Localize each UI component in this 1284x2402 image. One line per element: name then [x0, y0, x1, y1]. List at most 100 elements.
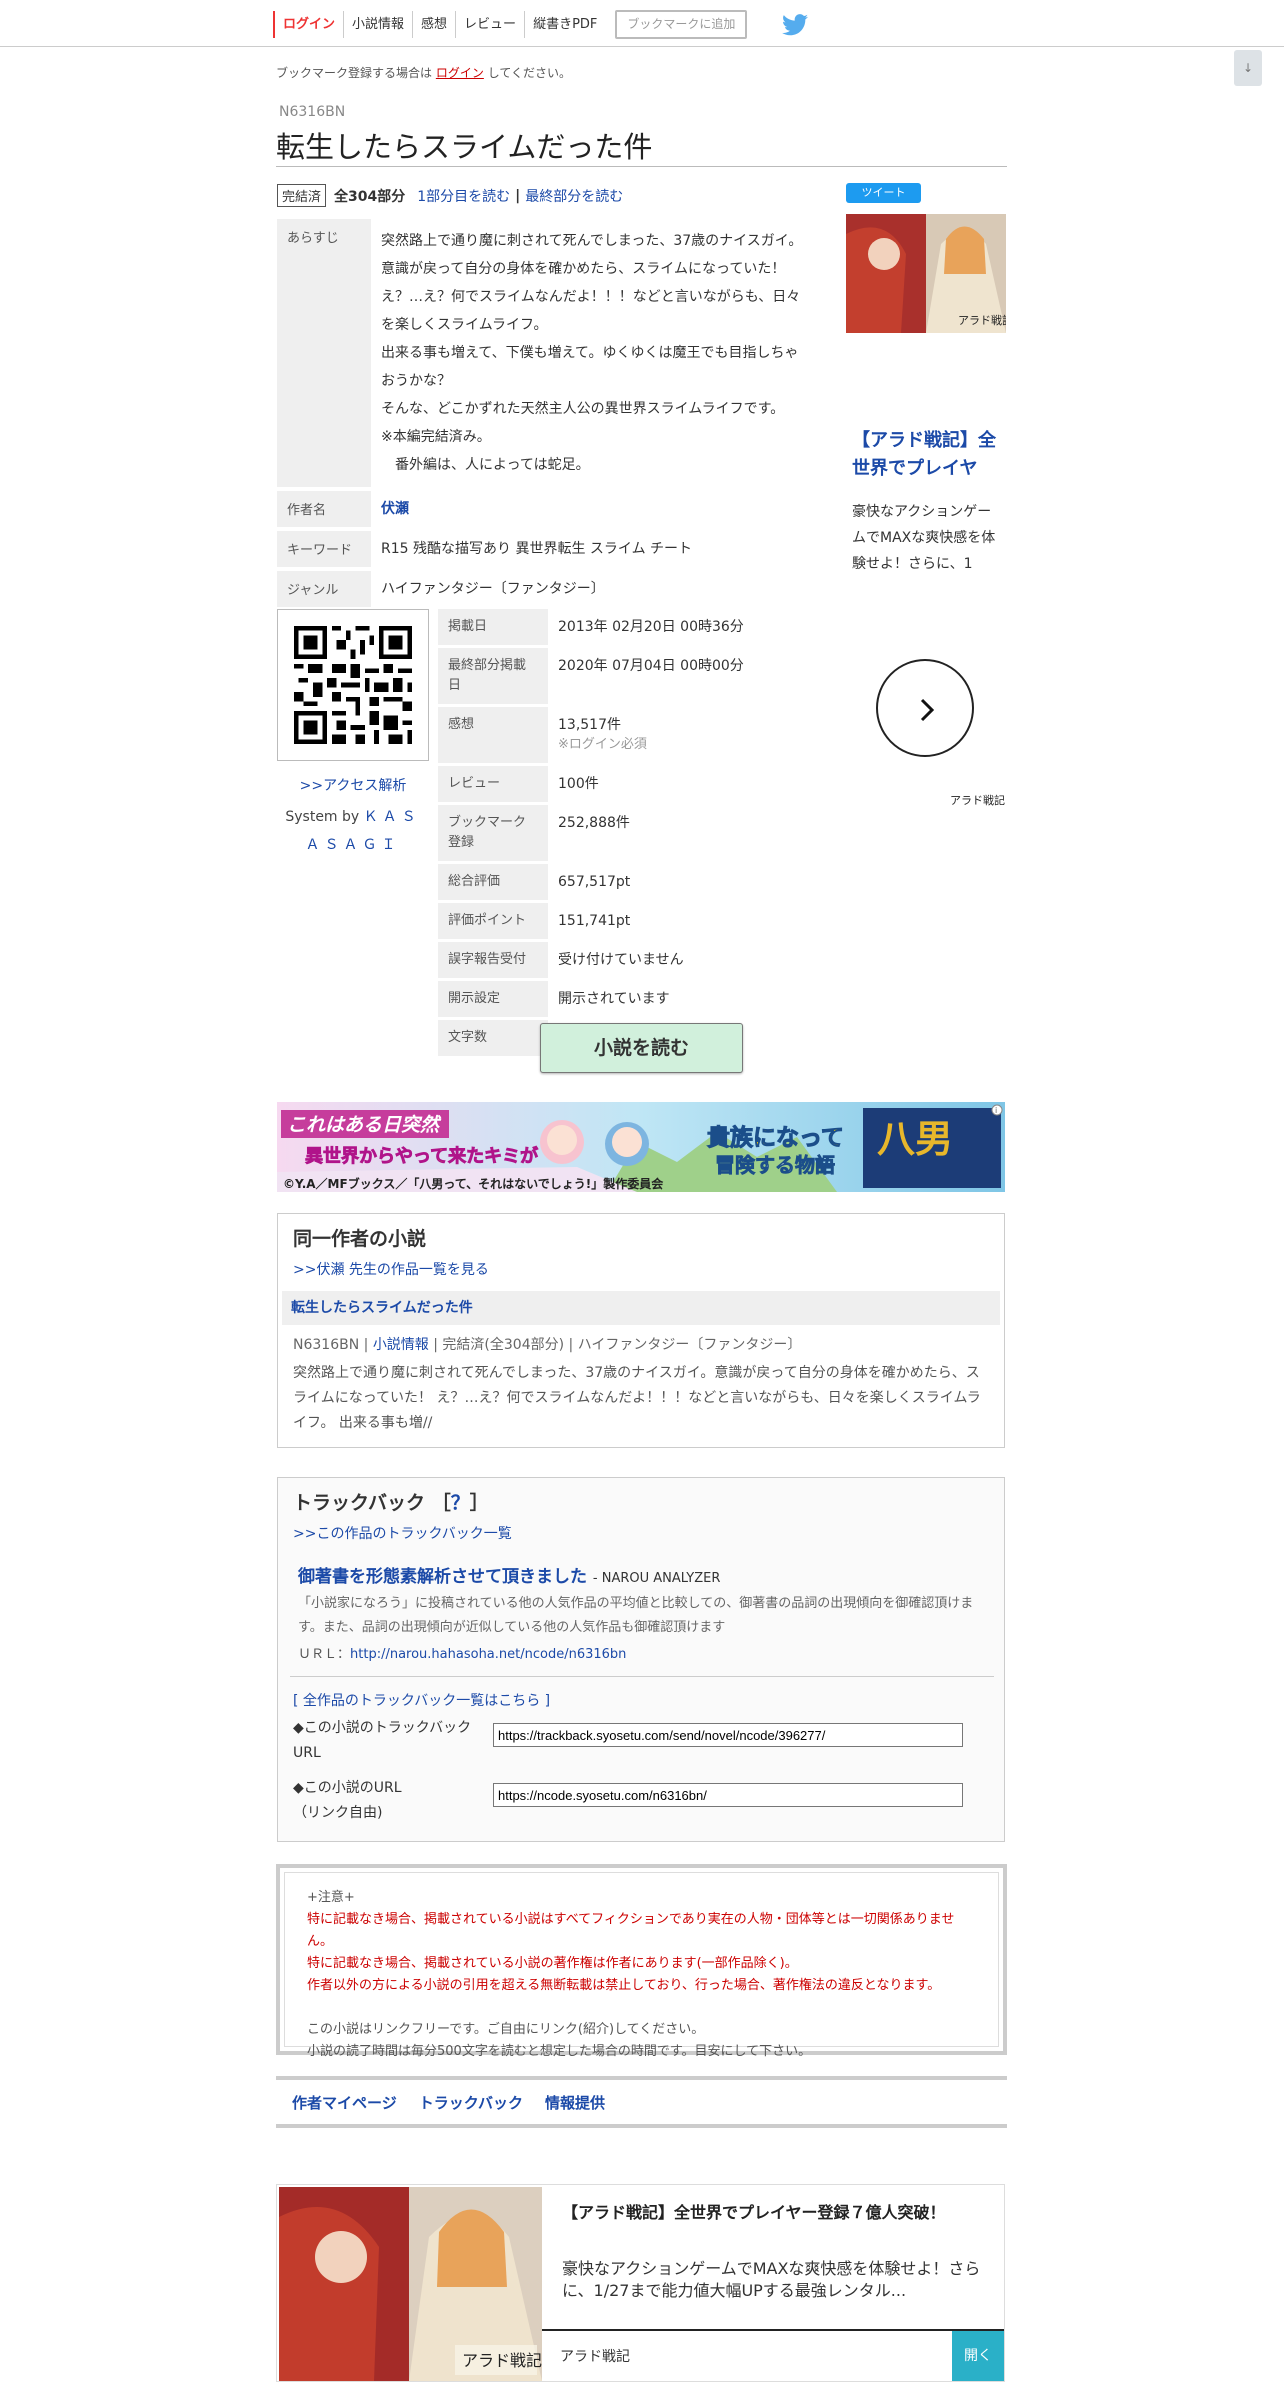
bookmark-note-text: ブックマーク登録する場合は: [276, 66, 433, 80]
side-ad-next-button[interactable]: [876, 659, 974, 757]
stats-table: 掲載日 2013年 02月20日 00時36分 最終部分掲載日 2020年 07月0…: [438, 609, 822, 1059]
stat-value: 151,741pt: [548, 901, 822, 942]
genre: ハイファンタジー〔ファンタジー〕: [371, 569, 822, 611]
qr-code-icon: [294, 626, 412, 744]
banner-brand: 八男: [877, 1116, 953, 1161]
trackback-url-link[interactable]: http://narou.hahasoha.net/ncode/n6316bn: [350, 1647, 626, 1662]
twitter-icon[interactable]: [782, 14, 808, 36]
novel-info-table: あらすじ 突然路上で通り魔に刺されて死んでしまった、37歳のナイスガイ。 意識が…: [277, 219, 822, 611]
footer-trackback-link[interactable]: トラックバック: [419, 2092, 523, 2113]
help-bracket-open: ［: [431, 1492, 451, 1514]
trackback-entry-source: - NAROU ANALYZER: [592, 1571, 721, 1586]
nav-reviews[interactable]: レビュー: [455, 11, 524, 38]
bottom-ad-logo-text: アラド戦記: [462, 2352, 542, 2370]
synopsis-label: あらすじ: [277, 219, 371, 491]
author-works-link[interactable]: >>伏瀬 先生の作品一覧を見る: [293, 1259, 489, 1279]
banner-line4: 冒険する物語: [715, 1153, 835, 1177]
bookmark-note: ブックマーク登録する場合は ログイン してください。: [276, 64, 571, 81]
synopsis-line: 番外編は、人によっては蛇足。: [381, 457, 590, 473]
read-first-link[interactable]: 1部分目を読む: [417, 186, 510, 206]
stat-value: 252,888件: [548, 803, 822, 864]
info-row-genre: ジャンル ハイファンタジー〔ファンタジー〕: [277, 569, 822, 611]
novel-url-label-2: （リンク自由): [293, 1805, 383, 1821]
stat-label: 感想: [438, 705, 548, 766]
keywords: R15 残酷な描写あり 異世界転生 スライム チート: [371, 529, 822, 571]
stat-label: 開示設定: [438, 979, 548, 1020]
keyword-label: キーワード: [277, 529, 371, 571]
bookmark-add-button[interactable]: ブックマークに追加: [615, 10, 748, 39]
nav-novel-info[interactable]: 小説情報: [343, 11, 412, 38]
bookmark-note-text-after: してください。: [487, 66, 571, 80]
side-ad-logo-text: アラド戦記: [958, 313, 1006, 327]
nav-vertical-pdf[interactable]: 縦書きPDF: [524, 11, 605, 38]
bottom-ad-title[interactable]: 【アラド戦記】全世界でプレイヤー登録７億人突破！: [562, 2199, 946, 2223]
author-link[interactable]: 伏瀬: [381, 501, 409, 517]
trackback-list-link[interactable]: >>この作品のトラックバック一覧: [293, 1523, 512, 1543]
stat-row: レビュー 100件: [438, 764, 822, 805]
banner-line1: これはある日突然: [287, 1114, 442, 1136]
stat-label: ブックマーク登録: [438, 803, 548, 864]
author-label: 作者名: [277, 489, 371, 531]
trackback-url-label-2: URL: [293, 1745, 321, 1761]
nav-login[interactable]: ログイン: [273, 11, 343, 38]
trackback-url-label: ＵＲＬ：: [298, 1647, 351, 1662]
tweet-label: ツイート: [861, 186, 906, 199]
system-by-label: System by: [285, 809, 360, 825]
synopsis: 突然路上で通り魔に刺されて死んでしまった、37歳のナイスガイ。 意識が戻って自分…: [371, 219, 822, 491]
stat-label: レビュー: [438, 764, 548, 805]
footer-nav: 作者マイページ トラックバック 情報提供: [276, 2076, 1007, 2128]
work-summary: 突然路上で通り魔に刺されて死んでしまった、37歳のナイスガイ。意識が戻って自分の…: [293, 1365, 981, 1431]
read-last-link[interactable]: 最終部分を読む: [525, 186, 623, 206]
stat-label: 文字数: [438, 1018, 548, 1059]
stat-value: 657,517pt: [548, 862, 822, 903]
info-row-keywords: キーワード R15 残酷な描写あり 異世界転生 スライム チート: [277, 529, 822, 571]
info-provide-link[interactable]: 情報提供: [545, 2092, 605, 2113]
stat-label: 評価ポイント: [438, 901, 548, 942]
notice-plain-line: 小説の読了時間は毎分500文字を読むと想定した場合の時間です。目安にして下さい。: [307, 2044, 812, 2059]
status-separator: |: [515, 187, 521, 204]
stat-value-cell: 13,517件 ※ログイン必須: [548, 705, 822, 766]
work-meta: N6316BN | 小説情報 | 完結済(全304部分) | ハイファンタジー〔…: [293, 1334, 801, 1354]
nav-impressions[interactable]: 感想: [412, 11, 455, 38]
ncode: N6316BN: [279, 104, 346, 120]
stat-row: 総合評価 657,517pt: [438, 862, 822, 903]
read-novel-button[interactable]: 小説を読む: [540, 1023, 743, 1073]
trackback-entry-title[interactable]: 御著書を形態素解析させて頂きました: [298, 1567, 587, 1587]
notice-plain-line: この小説はリンクフリーです。ご自由にリンク(紹介)してください。: [307, 2022, 705, 2037]
work-info-link[interactable]: 小説情報: [373, 1337, 429, 1353]
trackback-entry: 御著書を形態素解析させて頂きました - NAROU ANALYZER: [298, 1562, 720, 1587]
side-ad-image[interactable]: アラド戦記: [846, 214, 1006, 333]
stat-row: 評価ポイント 151,741pt: [438, 901, 822, 942]
side-ad-name: アラド戦記: [950, 794, 1005, 807]
novel-url-field[interactable]: [493, 1783, 963, 1807]
bottom-ad[interactable]: アラド戦記 【アラド戦記】全世界でプレイヤー登録７億人突破！ 豪快なアクションゲ…: [276, 2184, 1005, 2382]
synopsis-line: そんな、どこかずれた天然主人公の異世界スライムライフです。: [381, 401, 785, 417]
info-row-synopsis: あらすじ 突然路上で通り魔に刺されて死んでしまった、37歳のナイスガイ。 意識が…: [277, 219, 822, 491]
open-button[interactable]: 開く: [952, 2331, 1004, 2381]
all-trackbacks-link[interactable]: [ 全作品のトラックバック一覧はこちら ]: [293, 1690, 550, 1710]
novel-url-row-label: ◆この小説のURL （リンク自由): [293, 1776, 402, 1826]
stat-value: 2020年 07月04日 00時00分: [548, 646, 822, 707]
trackback-url-field[interactable]: [493, 1723, 963, 1747]
trackback-help-link[interactable]: ？: [451, 1492, 470, 1514]
bottom-ad-footer: アラド戦記 開く: [542, 2329, 1004, 2381]
bookmark-note-login-link[interactable]: ログイン: [436, 66, 484, 80]
bottom-ad-image[interactable]: アラド戦記: [279, 2187, 542, 2381]
genre-label: ジャンル: [277, 569, 371, 611]
bottom-ad-desc: 豪快なアクションゲームでMAXな爽快感を体験せよ！さらに、1/27まで能力値大幅…: [562, 2259, 981, 2300]
tweet-button[interactable]: ツイート: [846, 183, 921, 203]
bottom-ad-name: アラド戦記: [560, 2349, 630, 2365]
stat-value: 13,517件: [558, 717, 621, 733]
side-ad-title[interactable]: 【アラド戦記】全世界でプレイヤ: [852, 427, 1002, 483]
work-title-link[interactable]: 転生したらスライムだった件: [282, 1291, 1000, 1325]
stat-row: 誤字報告受付 受け付けていません: [438, 940, 822, 981]
top-bar: ログイン 小説情報 感想 レビュー 縦書きPDF ブックマークに追加: [0, 0, 1284, 47]
stat-label: 最終部分掲載日: [438, 646, 548, 707]
access-analysis-link[interactable]: >>アクセス解析: [277, 775, 429, 795]
trackback-heading: トラックバック ［？］: [293, 1488, 489, 1515]
scroll-down-button[interactable]: ↓: [1234, 50, 1262, 86]
author-mypage-link[interactable]: 作者マイページ: [292, 2092, 397, 2113]
banner-line2: 異世界からやって来たキミが: [305, 1145, 538, 1167]
notice-heading: +注意+: [307, 1890, 355, 1905]
trackback-section: トラックバック ［？］ >>この作品のトラックバック一覧 御著書を形態素解析させ…: [277, 1477, 1005, 1842]
